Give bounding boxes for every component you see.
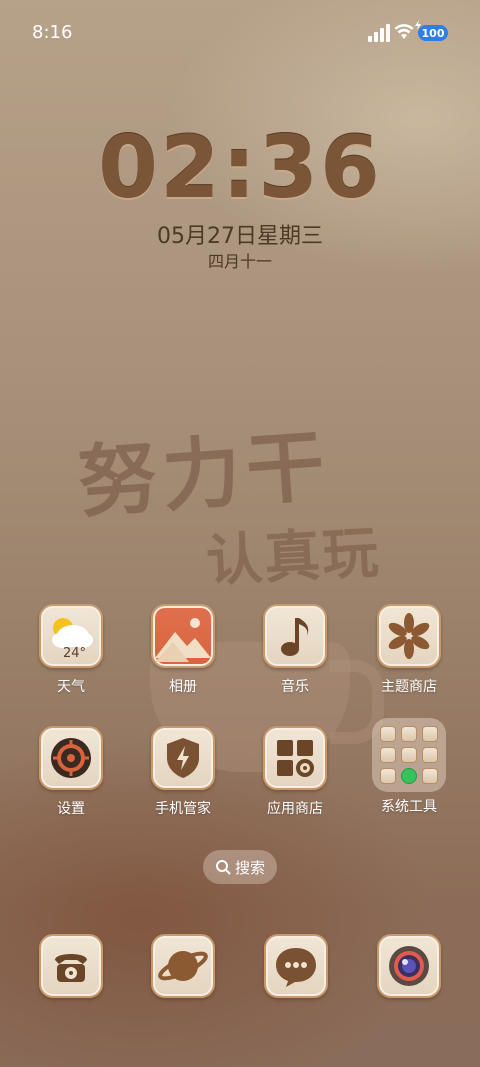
folder-system-tools[interactable]: 系统工具 [364,718,454,816]
app-music[interactable]: 音乐 [250,604,340,696]
battery-indicator: 100 [418,25,448,41]
app-label: 应用商店 [267,801,323,817]
app-gallery[interactable]: 相册 [138,604,228,696]
dock-messages[interactable] [264,934,328,998]
status-bar: 8:16 100 [0,0,480,68]
app-label: 相册 [169,679,197,695]
system-tools-folder-icon [372,718,446,792]
clock-widget-time[interactable]: 02:36 [0,118,480,218]
music-icon [263,604,327,668]
phone-manager-icon [151,726,215,790]
app-store-icon [263,726,327,790]
weather-icon: 24° [39,604,103,668]
gallery-icon [151,604,215,668]
phone-icon [39,934,103,998]
settings-icon [39,726,103,790]
folder-mini-icon [401,768,417,784]
messages-icon [264,934,328,998]
theme-store-icon [377,604,441,668]
folder-mini-icon [380,747,396,763]
folder-mini-icon [401,747,417,763]
app-label: 系统工具 [381,799,437,815]
app-app-store[interactable]: 应用商店 [250,726,340,818]
folder-mini-icon [422,726,438,742]
folder-mini-icon [380,726,396,742]
search-label: 搜索 [234,858,265,877]
status-time: 8:16 [32,22,73,43]
app-label: 主题商店 [381,679,437,695]
folder-mini-icon [422,747,438,763]
app-weather[interactable]: 24° 天气 [26,604,116,696]
browser-icon [151,934,215,998]
app-settings[interactable]: 设置 [26,726,116,818]
app-label: 音乐 [281,679,309,695]
dock-browser[interactable] [151,934,215,998]
app-label: 手机管家 [155,801,211,817]
clock-widget-lunar-date: 四月十一 [207,252,272,271]
dock-phone[interactable] [39,934,103,998]
camera-icon [377,934,441,998]
app-label: 天气 [57,679,85,695]
signal-icon [368,24,390,42]
folder-mini-icon [401,726,417,742]
app-label: 设置 [57,801,85,817]
clock-widget-date: 05月27日星期三 [157,224,323,249]
weather-temperature: 24° [63,646,87,661]
app-phone-manager[interactable]: 手机管家 [138,726,228,818]
wifi-icon [394,24,414,39]
dock-camera[interactable] [377,934,441,998]
app-theme-store[interactable]: 主题商店 [364,604,454,696]
search-button[interactable]: 搜索 [203,850,277,884]
wallpaper-text-line2: 认真玩 [204,520,382,595]
folder-mini-icon [380,768,396,784]
folder-mini-icon [422,768,438,784]
search-icon [215,860,231,875]
